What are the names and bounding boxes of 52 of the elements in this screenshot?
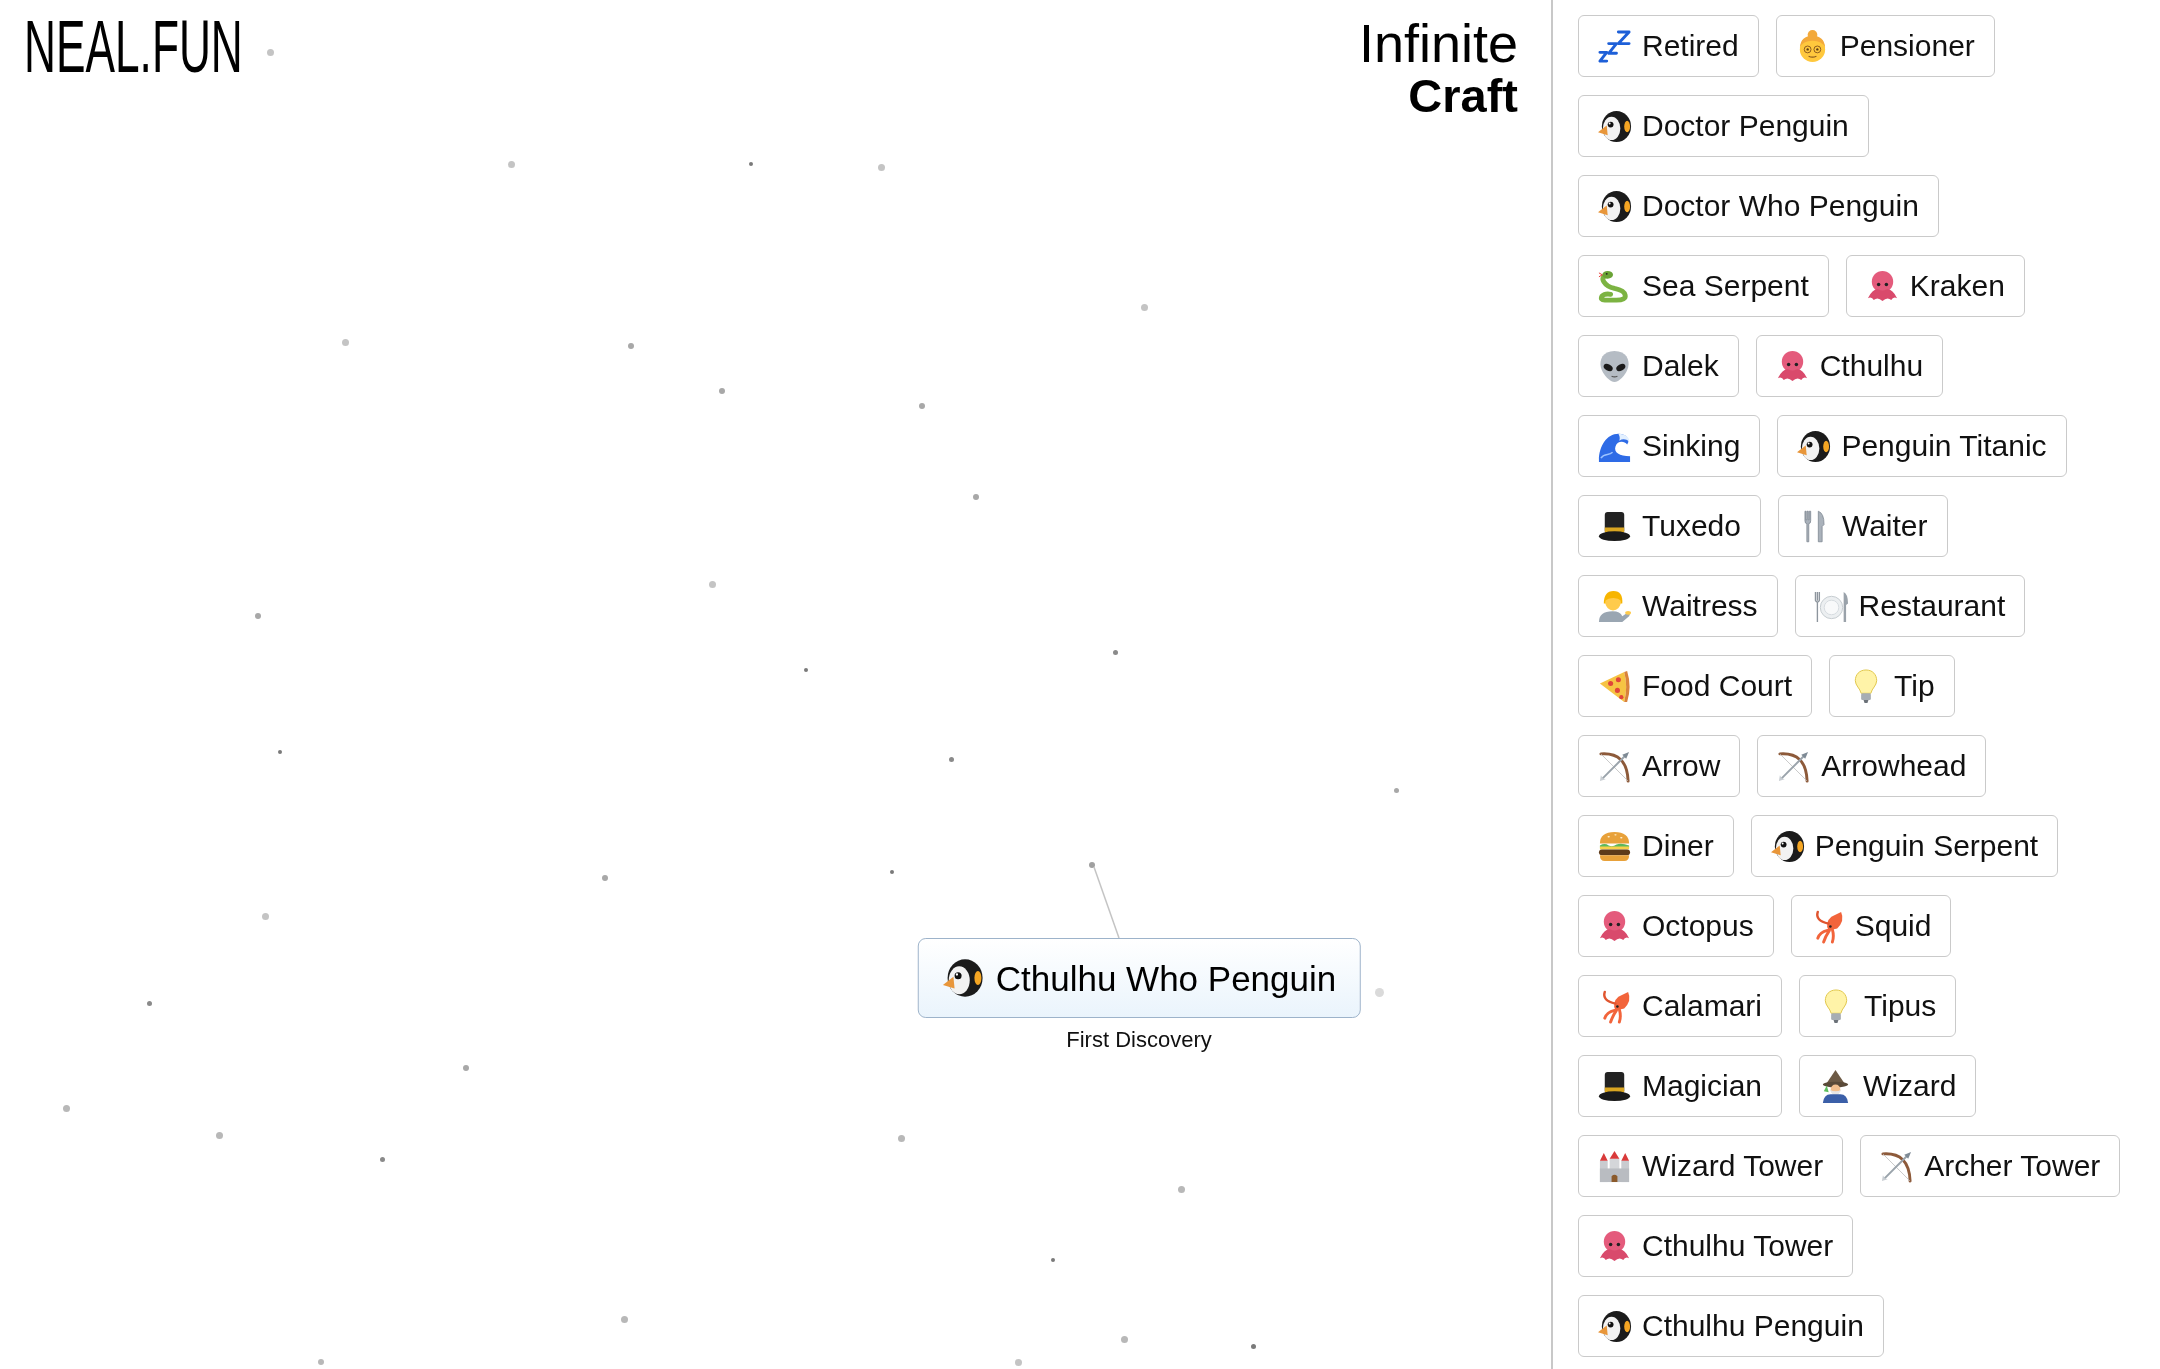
element-chip[interactable]: Cthulhu Tower — [1578, 1215, 1854, 1277]
octopus-icon — [1597, 1228, 1632, 1264]
element-chip[interactable]: Magician — [1578, 1055, 1783, 1117]
penguin-icon — [1597, 188, 1632, 224]
zzz-icon — [1597, 28, 1632, 64]
element-chip[interactable]: Tipus — [1799, 975, 1957, 1037]
canvas-element[interactable]: Cthulhu Who Penguin — [917, 938, 1361, 1018]
castle-icon — [1597, 1148, 1632, 1184]
alien-icon — [1597, 348, 1632, 384]
penguin-icon — [1796, 428, 1832, 464]
element-chip[interactable]: Calamari — [1578, 975, 1783, 1037]
element-chip[interactable]: Dalek — [1578, 335, 1739, 397]
element-chip[interactable]: Food Court — [1578, 655, 1813, 717]
element-chip[interactable]: Cthulhu Penguin — [1578, 1295, 1884, 1357]
person-icon — [1597, 588, 1632, 624]
game-title-line: Craft — [1408, 72, 1518, 119]
site-logo[interactable]: NEAL.FUN — [24, 9, 243, 84]
element-chip[interactable]: Tip — [1829, 655, 1955, 717]
element-chip[interactable]: Cthulhu — [1755, 335, 1944, 397]
element-chip[interactable]: Wizard Tower — [1578, 1135, 1844, 1197]
element-chip[interactable]: Waiter — [1777, 495, 1948, 557]
game-title-line: Infinite — [1358, 16, 1518, 70]
connector-line — [1093, 867, 1120, 938]
element-chip[interactable]: Retired — [1578, 15, 1759, 77]
light-bulb-icon — [1824, 988, 1849, 1024]
pizza-icon — [1597, 668, 1632, 704]
light-bulb-icon — [1854, 668, 1879, 704]
element-chip[interactable]: Archer Tower — [1860, 1135, 2121, 1197]
element-chip[interactable]: Kraken — [1845, 255, 2025, 317]
fork-and-knife-icon — [1803, 508, 1825, 544]
element-chip[interactable]: Waitress — [1578, 575, 1778, 637]
element-chip[interactable]: Squid — [1790, 895, 1952, 957]
element-chip[interactable]: Penguin Titanic — [1777, 415, 2067, 477]
element-chip[interactable]: Arrowhead — [1757, 735, 1987, 797]
penguin-icon — [1597, 108, 1632, 144]
element-chip[interactable]: Doctor Penguin — [1578, 95, 1869, 157]
penguin-icon — [941, 957, 984, 999]
element-chip[interactable]: Penguin Serpent — [1750, 815, 2059, 877]
element-chip[interactable]: Diner — [1578, 815, 1734, 877]
discovery-label: First Discovery — [1066, 1029, 1212, 1051]
element-chip[interactable]: Tuxedo — [1578, 495, 1761, 557]
element-chip[interactable]: Doctor Who Penguin — [1578, 175, 1939, 237]
element-chip[interactable]: Pensioner — [1775, 15, 1995, 77]
element-chip[interactable]: Restaurant — [1794, 575, 2026, 637]
element-chip[interactable]: Sea Serpent — [1578, 255, 1829, 317]
penguin-icon — [1769, 828, 1805, 864]
element-chip[interactable]: Sinking — [1578, 415, 1761, 477]
penguin-icon — [1597, 1308, 1632, 1344]
element-chip[interactable]: Wizard — [1799, 1055, 1977, 1117]
element-chip[interactable]: Arrow — [1578, 735, 1741, 797]
octopus-icon — [1597, 908, 1632, 944]
element-chip[interactable]: Octopus — [1578, 895, 1774, 957]
